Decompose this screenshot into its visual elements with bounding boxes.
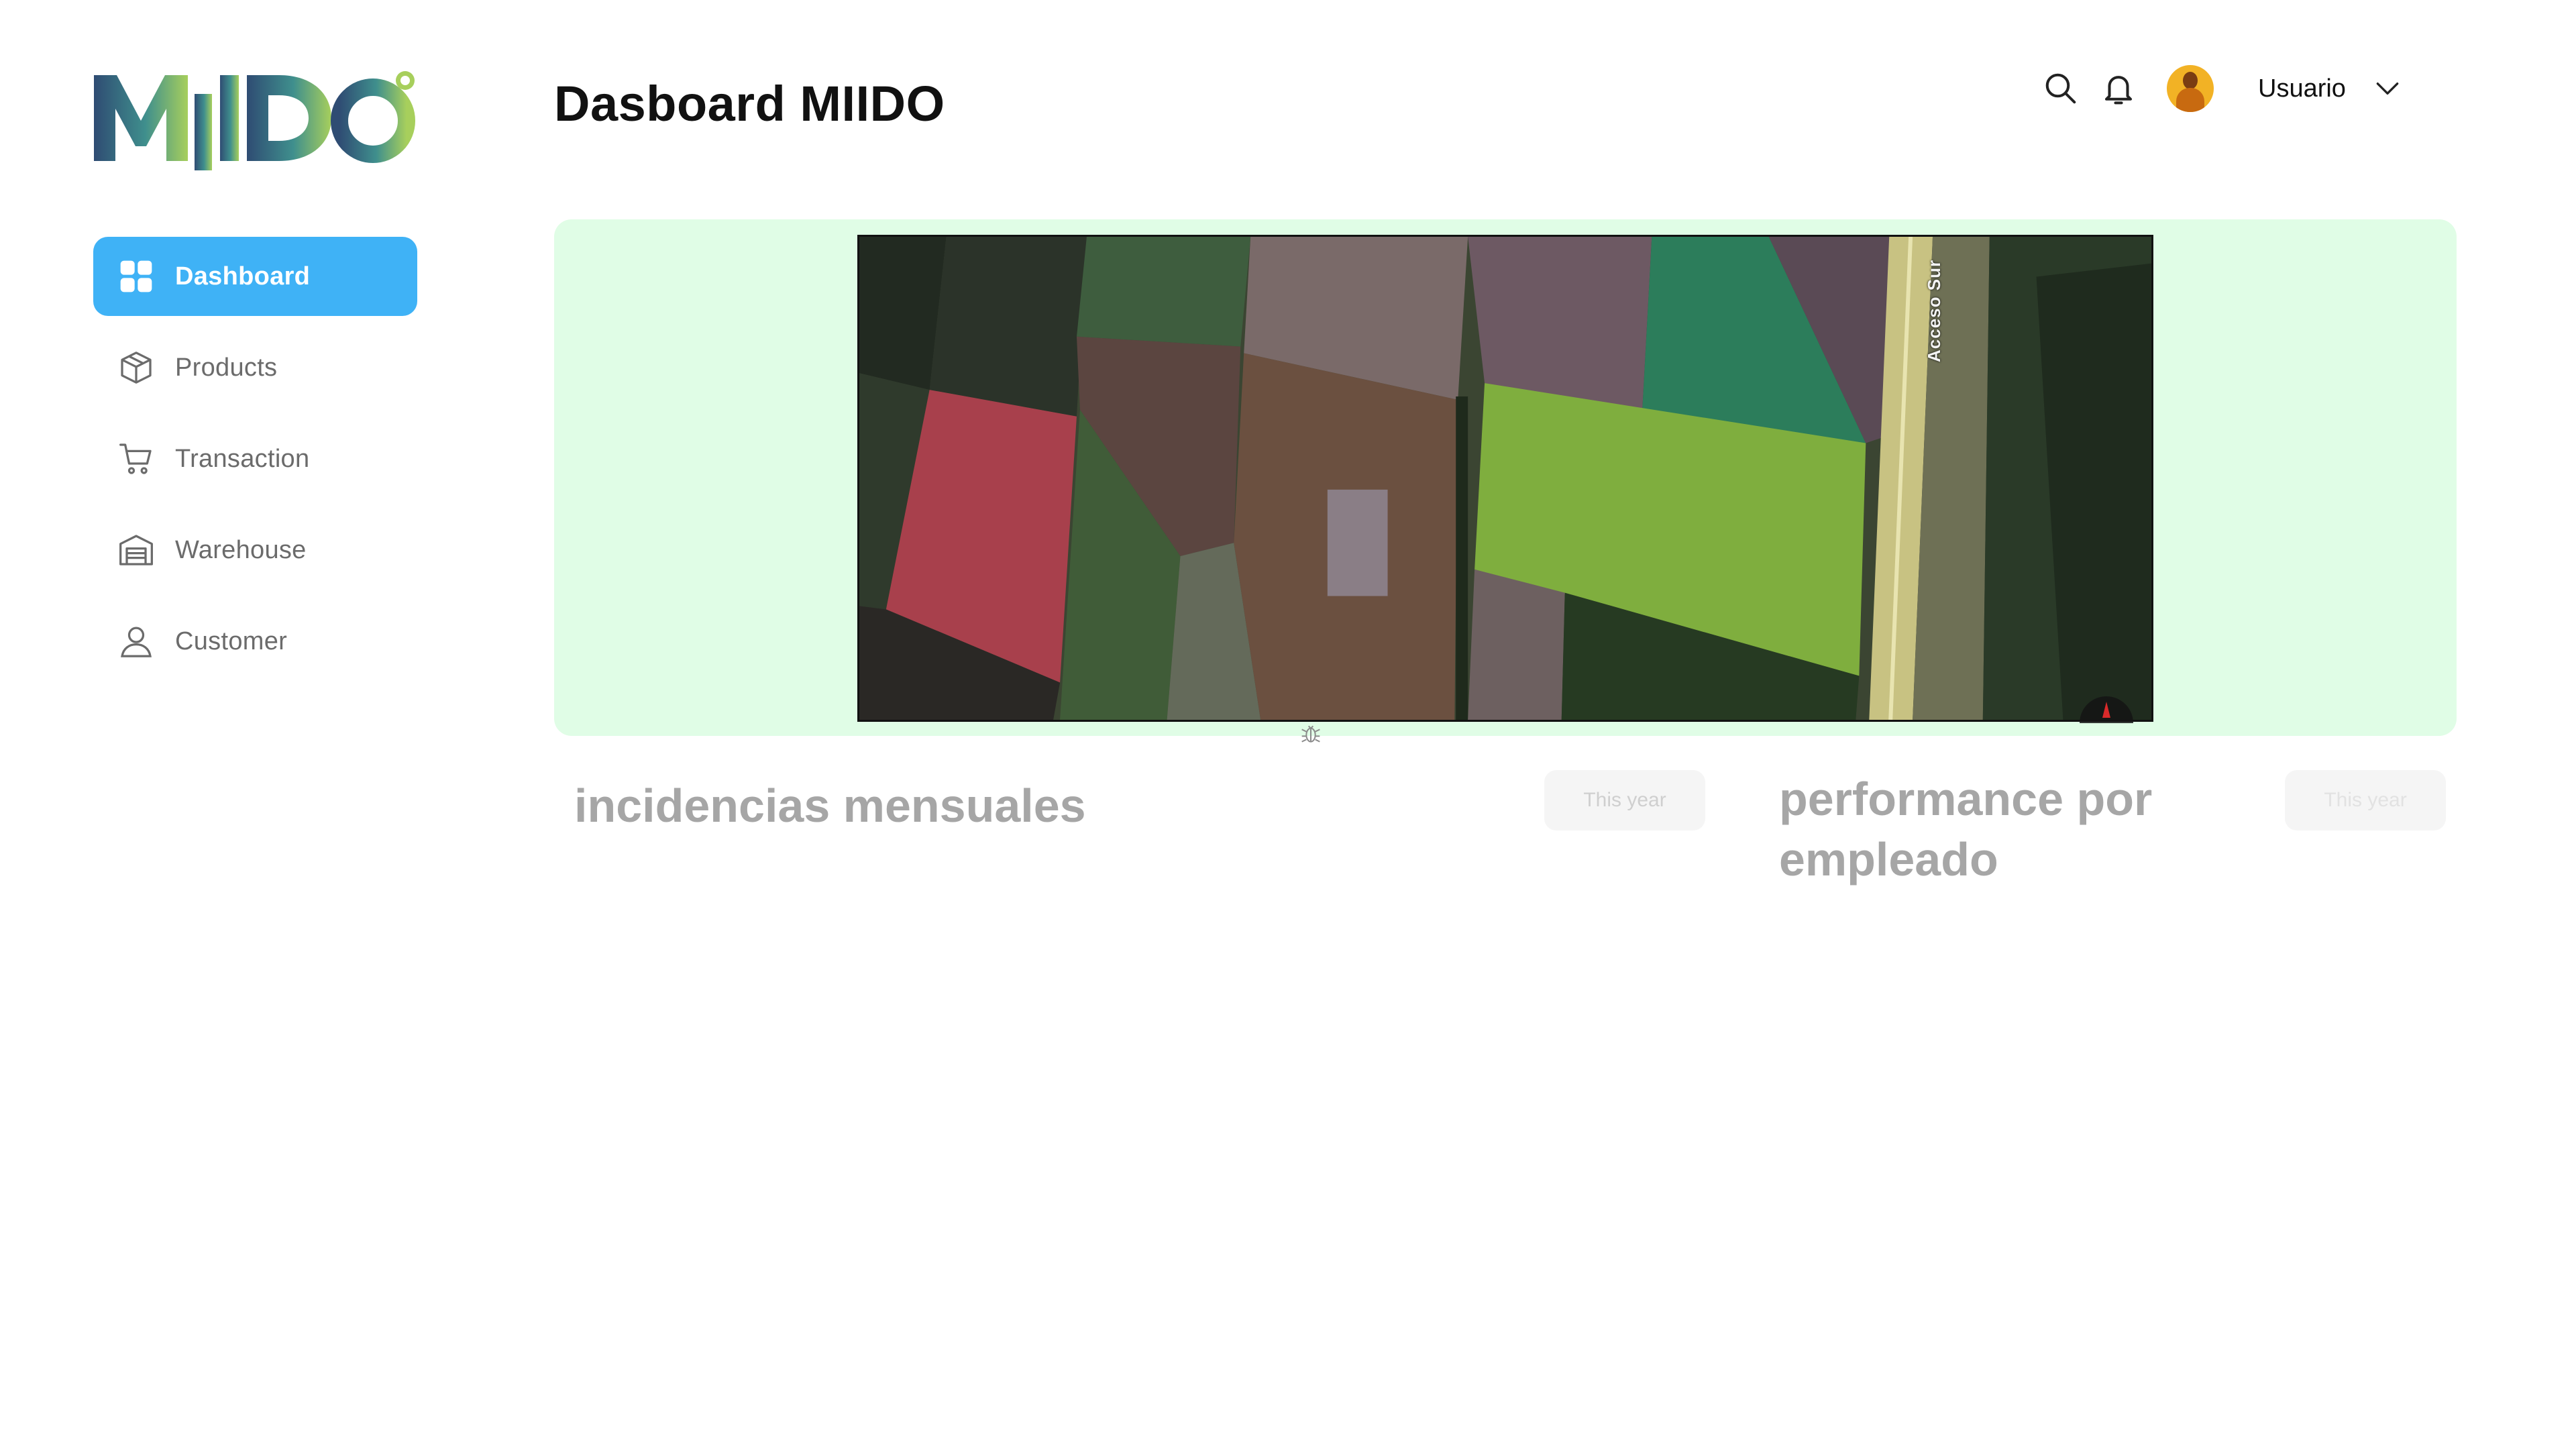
header-actions: Usuario	[2039, 55, 2402, 122]
sidebar-item-transaction[interactable]: Transaction	[93, 419, 417, 498]
sidebar-item-label: Warehouse	[175, 535, 307, 564]
section-title-incidencias: incidencias mensuales	[574, 780, 1086, 832]
sidebar-item-warehouse[interactable]: Warehouse	[93, 511, 417, 590]
warehouse-icon	[116, 530, 156, 570]
sidebar-item-label: Products	[175, 353, 278, 382]
bell-icon[interactable]	[2097, 67, 2140, 110]
sidebar-item-dashboard[interactable]: Dashboard	[93, 237, 417, 316]
sidebar-nav: Dashboard Products Transaction Warehouse…	[93, 237, 417, 693]
dashboard-grid-icon	[116, 256, 156, 297]
avatar[interactable]	[2167, 65, 2214, 112]
sidebar-item-label: Transaction	[175, 444, 310, 473]
aerial-map[interactable]	[857, 235, 2153, 722]
year-filter-button[interactable]: This year	[1544, 770, 1705, 830]
bug-icon	[1301, 725, 1320, 743]
map-road-label: Acceso Sur	[1924, 259, 1944, 362]
brand-logo[interactable]	[93, 67, 421, 174]
sidebar-item-label: Customer	[175, 627, 288, 655]
section-title-performance: performance por empleado	[1779, 773, 2153, 885]
sidebar-item-customer[interactable]: Customer	[93, 602, 417, 681]
sidebar-item-products[interactable]: Products	[93, 328, 417, 407]
page-title: Dasboard MIIDO	[554, 76, 945, 131]
search-icon[interactable]	[2039, 67, 2082, 110]
cart-icon	[116, 439, 156, 479]
user-name[interactable]: Usuario	[2258, 74, 2346, 103]
year-filter-button[interactable]: This year	[2285, 770, 2446, 830]
chevron-down-icon[interactable]	[2373, 74, 2402, 103]
box-icon	[116, 347, 156, 388]
user-icon	[116, 621, 156, 661]
sidebar-item-label: Dashboard	[175, 262, 311, 290]
